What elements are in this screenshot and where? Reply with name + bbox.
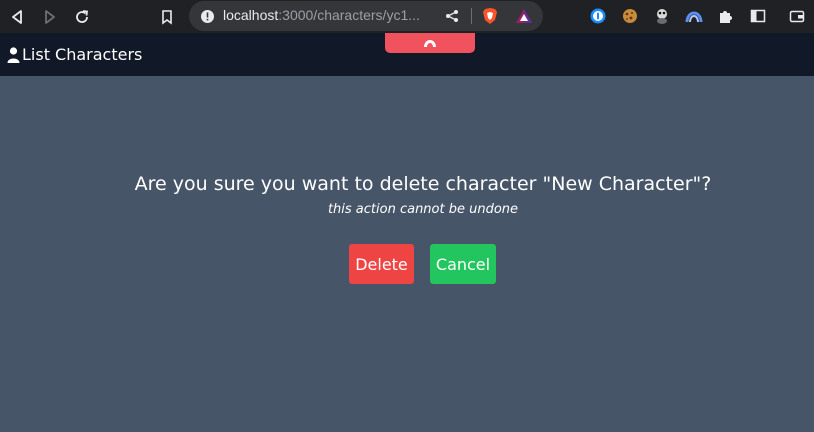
url-host: localhost — [223, 7, 279, 23]
share-icon[interactable] — [443, 7, 461, 25]
dev-toolbar-tab[interactable] — [385, 33, 475, 53]
address-bar[interactable]: localhost:3000/characters/yc1... — [189, 1, 543, 31]
extensions-puzzle-icon[interactable] — [717, 7, 735, 25]
delete-button[interactable]: Delete — [349, 244, 414, 284]
user-icon — [7, 46, 20, 63]
browser-toolbar: localhost:3000/characters/yc1... — [0, 0, 814, 33]
forward-icon[interactable] — [40, 7, 60, 27]
bookmark-icon[interactable] — [157, 7, 177, 27]
address-divider — [471, 8, 472, 24]
wallet-icon[interactable] — [788, 7, 806, 25]
brave-shield-icon[interactable] — [481, 7, 499, 25]
site-info-icon[interactable] — [198, 7, 216, 25]
cancel-button[interactable]: Cancel — [430, 244, 496, 284]
delete-confirmation-title: Are you sure you want to delete characte… — [134, 173, 712, 195]
reload-icon[interactable] — [72, 7, 92, 27]
url-path: :3000/characters/yc1... — [278, 7, 420, 23]
delete-warning-subtitle: this action cannot be undone — [327, 202, 519, 217]
brave-rewards-icon[interactable] — [515, 7, 533, 25]
character-extension-icon[interactable] — [653, 7, 671, 25]
list-characters-label: List Characters — [22, 45, 143, 64]
cookie-extension-icon[interactable] — [621, 7, 639, 25]
url-text[interactable]: localhost:3000/characters/yc1... — [223, 7, 420, 23]
list-characters-link[interactable]: List Characters — [7, 45, 142, 64]
back-icon[interactable] — [7, 7, 27, 27]
dev-toolbar-icon — [424, 40, 436, 47]
password-manager-icon[interactable] — [589, 7, 607, 25]
sidebar-icon[interactable] — [749, 7, 767, 25]
arc-extension-icon[interactable] — [685, 7, 703, 25]
